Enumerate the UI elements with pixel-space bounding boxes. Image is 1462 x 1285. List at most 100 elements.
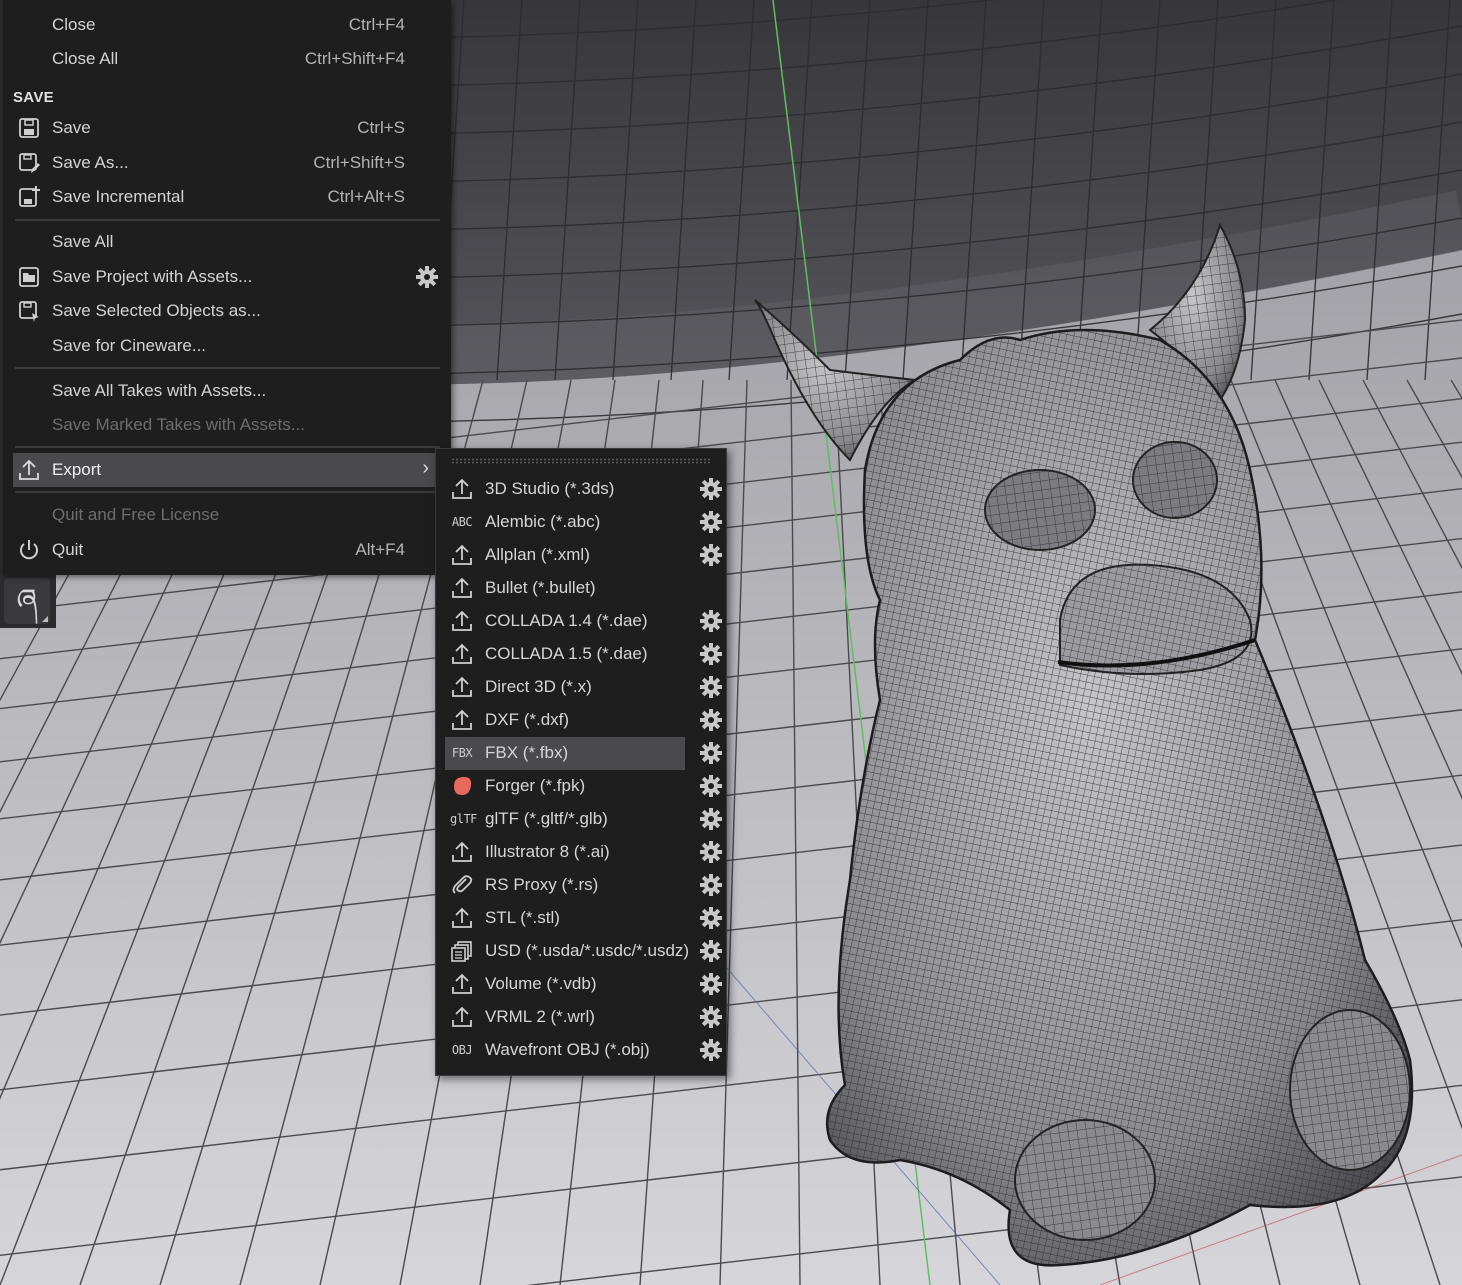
format-text-icon: glTF bbox=[450, 812, 477, 826]
export-format-label: DXF (*.dxf) bbox=[485, 710, 570, 729]
export-format-label: COLLADA 1.5 (*.dae) bbox=[485, 644, 648, 663]
chevron-right-icon: › bbox=[422, 457, 429, 479]
export-format-item[interactable]: Illustrator 8 (*.ai) bbox=[445, 836, 722, 869]
gear-icon[interactable] bbox=[415, 265, 439, 289]
export-format-item[interactable]: COLLADA 1.5 (*.dae) bbox=[445, 638, 722, 671]
menu-item-label: Save Incremental bbox=[52, 187, 185, 206]
save-as-icon bbox=[19, 153, 40, 173]
menu-item-save[interactable]: Save Ctrl+S bbox=[3, 111, 443, 145]
menu-item-label: Save for Cineware... bbox=[52, 336, 207, 355]
gear-icon[interactable] bbox=[699, 873, 723, 897]
menu-item-close-all[interactable]: Close All Ctrl+Shift+F4 bbox=[3, 42, 443, 76]
export-format-item[interactable]: Direct 3D (*.x) bbox=[445, 671, 722, 704]
export-icon bbox=[450, 609, 474, 633]
tear-off-grip[interactable] bbox=[451, 458, 711, 464]
paperclip-icon bbox=[450, 873, 474, 897]
menu-item-label: Save All Takes with Assets... bbox=[52, 381, 267, 400]
export-format-item[interactable]: ABC Alembic (*.abc) bbox=[445, 506, 722, 539]
export-format-item[interactable]: DXF (*.dxf) bbox=[445, 704, 722, 737]
gear-icon[interactable] bbox=[699, 1038, 723, 1062]
export-format-item[interactable]: glTF glTF (*.gltf/*.glb) bbox=[445, 803, 722, 836]
menu-item-save-project-assets[interactable]: Save Project with Assets... bbox=[3, 260, 443, 294]
export-format-item[interactable]: RS Proxy (*.rs) bbox=[445, 869, 722, 902]
export-format-item[interactable]: Volume (*.vdb) bbox=[445, 968, 722, 1001]
export-format-label: 3D Studio (*.3ds) bbox=[485, 479, 615, 498]
export-format-label: glTF (*.gltf/*.glb) bbox=[485, 809, 608, 828]
shortcut-text: Ctrl+Shift+S bbox=[313, 153, 405, 172]
export-format-item[interactable]: STL (*.stl) bbox=[445, 902, 722, 935]
export-format-item[interactable]: Allplan (*.xml) bbox=[445, 539, 722, 572]
power-icon bbox=[20, 540, 38, 560]
save-section-title: SAVE bbox=[13, 89, 54, 106]
save-incremental-icon bbox=[19, 186, 40, 207]
menu-item-save-selected-objects[interactable]: Save Selected Objects as... bbox=[3, 294, 443, 328]
export-format-label: USD (*.usda/*.usdc/*.usdz) bbox=[485, 941, 690, 960]
menu-item-save-all[interactable]: Save All bbox=[3, 225, 443, 259]
gear-icon[interactable] bbox=[699, 972, 723, 996]
gear-icon[interactable] bbox=[699, 510, 723, 534]
save-selected-icon bbox=[19, 301, 39, 322]
gear-icon[interactable] bbox=[699, 939, 723, 963]
export-icon bbox=[450, 477, 474, 501]
export-format-label: Allplan (*.xml) bbox=[485, 545, 590, 564]
export-format-label: Wavefront OBJ (*.obj) bbox=[485, 1040, 650, 1059]
export-format-item[interactable]: FBX FBX (*.fbx) bbox=[445, 737, 722, 770]
format-text-icon: FBX bbox=[451, 746, 473, 760]
export-format-item[interactable]: OBJ Wavefront OBJ (*.obj) bbox=[445, 1034, 722, 1067]
menu-item-close[interactable]: Close Ctrl+F4 bbox=[3, 8, 443, 42]
sketch-tool-button[interactable]: ཞ bbox=[4, 578, 50, 624]
menu-item-label: Save Marked Takes with Assets... bbox=[52, 415, 305, 434]
gear-icon[interactable] bbox=[699, 477, 723, 501]
export-icon bbox=[450, 906, 474, 930]
export-format-item[interactable]: USD (*.usda/*.usdc/*.usdz) bbox=[445, 935, 722, 968]
menu-item-label: Save All bbox=[52, 232, 114, 251]
menu-item-label: Save Project with Assets... bbox=[52, 267, 253, 286]
export-icon bbox=[450, 675, 474, 699]
menu-item-save-marked-takes: Save Marked Takes with Assets... bbox=[3, 408, 443, 442]
menu-item-label: Save As... bbox=[52, 153, 129, 172]
export-icon bbox=[450, 972, 474, 996]
shortcut-text: Ctrl+Shift+F4 bbox=[304, 49, 405, 68]
export-format-item[interactable]: 3D Studio (*.3ds) bbox=[445, 473, 722, 506]
save-project-icon bbox=[19, 267, 39, 287]
gear-icon[interactable] bbox=[699, 642, 723, 666]
menu-item-save-for-cineware[interactable]: Save for Cineware... bbox=[3, 329, 443, 363]
menu-item-export[interactable]: Export › bbox=[13, 453, 435, 487]
menu-separator bbox=[15, 446, 440, 448]
gear-icon[interactable] bbox=[699, 906, 723, 930]
export-format-item[interactable]: COLLADA 1.4 (*.dae) bbox=[445, 605, 722, 638]
export-format-label: Volume (*.vdb) bbox=[485, 974, 597, 993]
gear-icon[interactable] bbox=[699, 774, 723, 798]
export-format-item[interactable]: VRML 2 (*.wrl) bbox=[445, 1001, 722, 1034]
export-format-label: COLLADA 1.4 (*.dae) bbox=[485, 611, 648, 630]
menu-item-save-all-takes[interactable]: Save All Takes with Assets... bbox=[3, 374, 443, 408]
export-format-label: STL (*.stl) bbox=[485, 908, 560, 927]
menu-item-save-incremental[interactable]: Save Incremental Ctrl+Alt+S bbox=[3, 180, 443, 214]
export-icon bbox=[450, 642, 474, 666]
export-format-item[interactable]: Forger (*.fpk) bbox=[445, 770, 722, 803]
export-format-label: Direct 3D (*.x) bbox=[485, 677, 592, 696]
gear-icon[interactable] bbox=[699, 708, 723, 732]
export-format-label: Illustrator 8 (*.ai) bbox=[485, 842, 610, 861]
export-icon bbox=[19, 459, 39, 480]
gear-icon[interactable] bbox=[699, 807, 723, 831]
gear-icon[interactable] bbox=[699, 543, 723, 567]
format-text-icon: ABC bbox=[451, 515, 473, 529]
export-icon bbox=[450, 840, 474, 864]
gear-icon[interactable] bbox=[699, 741, 723, 765]
menu-item-quit[interactable]: Quit Alt+F4 bbox=[3, 533, 443, 567]
gear-icon[interactable] bbox=[699, 1005, 723, 1029]
gear-icon[interactable] bbox=[699, 609, 723, 633]
menu-separator bbox=[15, 491, 440, 493]
menu-item-label: Quit bbox=[52, 540, 84, 559]
gear-icon[interactable] bbox=[699, 840, 723, 864]
export-format-item[interactable]: Bullet (*.bullet) bbox=[445, 572, 685, 605]
menu-separator bbox=[15, 367, 440, 369]
export-format-label: VRML 2 (*.wrl) bbox=[485, 1007, 595, 1026]
save-icon bbox=[19, 118, 39, 138]
menu-item-save-as[interactable]: Save As... Ctrl+Shift+S bbox=[3, 146, 443, 180]
menu-item-label: Export bbox=[52, 460, 102, 479]
file-menu: Close Ctrl+F4 Close All Ctrl+Shift+F4 SA… bbox=[3, 0, 451, 575]
menu-item-label: Save Selected Objects as... bbox=[52, 301, 261, 320]
gear-icon[interactable] bbox=[699, 675, 723, 699]
